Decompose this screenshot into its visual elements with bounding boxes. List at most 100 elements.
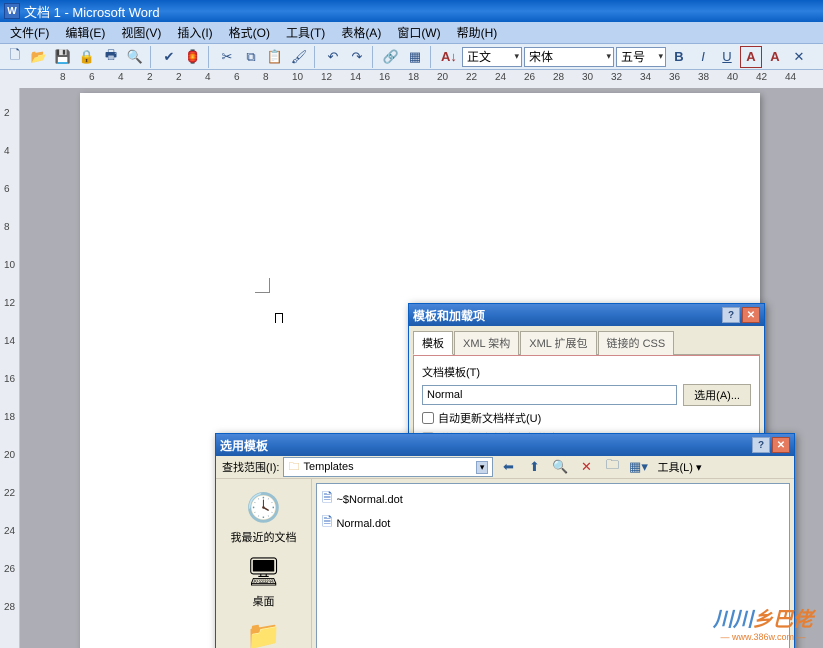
undo-icon[interactable]: ↶ <box>322 46 344 68</box>
place-recent[interactable]: 🕓 我最近的文档 <box>224 487 304 545</box>
search-icon[interactable]: 🔍 <box>549 456 571 478</box>
dialog-titlebar[interactable]: 模板和加载项 ? ✕ <box>409 304 764 326</box>
menu-window[interactable]: 窗口(W) <box>389 22 448 43</box>
copy-icon[interactable]: ⧉ <box>240 46 262 68</box>
horizontal-ruler[interactable]: 8642246810121416182022242628303234363840… <box>60 70 823 88</box>
margin-corner-icon <box>255 278 270 293</box>
up-icon[interactable]: ⬆ <box>523 456 545 478</box>
hyperlink-icon[interactable]: 🔗 <box>380 46 402 68</box>
ruler-tick: 4 <box>205 72 211 83</box>
ruler-tick: 40 <box>727 72 738 83</box>
permission-icon[interactable]: 🔒 <box>76 46 98 68</box>
paste-icon[interactable]: 📋 <box>264 46 286 68</box>
ruler-tick: 2 <box>4 108 10 119</box>
tab-linked-css[interactable]: 链接的 CSS <box>598 331 675 355</box>
char-border-button[interactable]: A <box>740 46 762 68</box>
auto-update-styles-checkbox[interactable]: 自动更新文档样式(U) <box>422 410 751 426</box>
help-button[interactable]: ? <box>722 307 740 323</box>
list-item[interactable]: 🗎 ~$Normal.dot <box>321 488 785 512</box>
menu-file[interactable]: 文件(F) <box>2 22 57 43</box>
underline-button[interactable]: U <box>716 46 738 68</box>
ruler-tick: 20 <box>437 72 448 83</box>
save-icon[interactable]: 💾 <box>52 46 74 68</box>
italic-button[interactable]: I <box>692 46 714 68</box>
menu-help[interactable]: 帮助(H) <box>449 22 506 43</box>
tab-xml-schema[interactable]: XML 架构 <box>454 331 519 355</box>
font-select[interactable]: 宋体 <box>524 47 614 67</box>
toolbar-sep <box>208 46 212 68</box>
menu-insert[interactable]: 插入(I) <box>169 22 220 43</box>
ruler-tick: 8 <box>263 72 269 83</box>
size-select[interactable]: 五号 <box>616 47 666 67</box>
look-in-bar: 查找范围(I): 🗀 Templates ⬅ ⬆ 🔍 ✕ 🗀 ▦▾ 工具(L) … <box>216 456 794 479</box>
template-file-icon: 🗎 <box>322 489 332 511</box>
table-icon[interactable]: ▦ <box>404 46 426 68</box>
close-button[interactable]: ✕ <box>742 307 760 323</box>
dialog-titlebar[interactable]: 选用模板 ? ✕ <box>216 434 794 456</box>
ruler-tick: 36 <box>669 72 680 83</box>
folder-icon: 🗀 <box>288 458 299 477</box>
toolbar-sep <box>150 46 154 68</box>
redo-icon[interactable]: ↷ <box>346 46 368 68</box>
ruler-tick: 22 <box>466 72 477 83</box>
more-fmt-icon[interactable]: ✕ <box>788 46 810 68</box>
delete-icon[interactable]: ✕ <box>575 456 597 478</box>
vertical-ruler[interactable]: 246810121416182022242628 <box>0 88 20 648</box>
checkbox-input[interactable] <box>422 412 434 424</box>
place-label: 我最近的文档 <box>231 529 297 545</box>
ruler-tick: 6 <box>234 72 240 83</box>
template-path-input[interactable] <box>422 385 677 405</box>
word-app-icon: W <box>4 3 20 19</box>
cut-icon[interactable]: ✂ <box>216 46 238 68</box>
dialog-title: 模板和加载项 <box>413 307 485 324</box>
preview-icon[interactable]: 🔍 <box>124 46 146 68</box>
views-icon[interactable]: ▦▾ <box>627 456 649 478</box>
ruler-tick: 8 <box>4 222 10 233</box>
menu-format[interactable]: 格式(O) <box>221 22 278 43</box>
toolbar-sep <box>372 46 376 68</box>
menu-edit[interactable]: 编辑(E) <box>57 22 113 43</box>
ruler-tick: 4 <box>4 146 10 157</box>
open-icon[interactable]: 📂 <box>28 46 50 68</box>
list-item[interactable]: 🗎 Normal.dot <box>321 512 785 536</box>
menu-view[interactable]: 视图(V) <box>113 22 169 43</box>
print-icon[interactable]: 🖶 <box>100 46 122 68</box>
attach-button[interactable]: 选用(A)... <box>683 384 751 406</box>
place-mydocs[interactable]: 📁 我的文档 <box>224 615 304 648</box>
desktop-icon: 🖥 <box>244 551 284 591</box>
char-shading-button[interactable]: A <box>764 46 786 68</box>
format-painter-icon[interactable]: 🖌 <box>288 46 310 68</box>
ruler-tick: 38 <box>698 72 709 83</box>
look-in-combo[interactable]: 🗀 Templates <box>283 457 493 477</box>
help-button[interactable]: ? <box>752 437 770 453</box>
research-icon[interactable]: 🏮 <box>182 46 204 68</box>
back-icon[interactable]: ⬅ <box>497 456 519 478</box>
ruler-tick: 20 <box>4 450 15 461</box>
ruler-tick: 22 <box>4 488 15 499</box>
app-title: 文档 1 - Microsoft Word <box>24 2 160 21</box>
ruler-tick: 26 <box>4 564 15 575</box>
close-button[interactable]: ✕ <box>772 437 790 453</box>
spell-icon[interactable]: ✔ <box>158 46 180 68</box>
ruler-tick: 16 <box>4 374 15 385</box>
app-titlebar: W 文档 1 - Microsoft Word <box>0 0 823 22</box>
place-desktop[interactable]: 🖥 桌面 <box>224 551 304 609</box>
tab-template[interactable]: 模板 <box>413 331 453 355</box>
font-value: 宋体 <box>529 48 553 65</box>
folder-name: Templates <box>303 461 353 473</box>
bold-button[interactable]: B <box>668 46 690 68</box>
place-label: 桌面 <box>253 593 275 609</box>
workspace: 模板和加载项 ? ✕ 模板 XML 架构 XML 扩展包 链接的 CSS 文档模… <box>20 88 823 648</box>
style-select[interactable]: 正文 <box>462 47 522 67</box>
tab-xml-expansion[interactable]: XML 扩展包 <box>520 331 596 355</box>
font-grow-icon[interactable]: A↓ <box>438 46 460 68</box>
standard-toolbar: 🗋 📂 💾 🔒 🖶 🔍 ✔ 🏮 ✂ ⧉ 📋 🖌 ↶ ↷ 🔗 ▦ A↓ 正文 宋体… <box>0 44 823 70</box>
tools-menu[interactable]: 工具(L) ▾ <box>657 459 701 475</box>
new-doc-icon[interactable]: 🗋 <box>4 46 26 68</box>
new-folder-icon[interactable]: 🗀 <box>601 456 623 478</box>
horizontal-ruler-area: 8642246810121416182022242628303234363840… <box>0 70 823 88</box>
menu-tools[interactable]: 工具(T) <box>278 22 333 43</box>
ruler-tick: 28 <box>4 602 15 613</box>
recent-docs-icon: 🕓 <box>244 487 284 527</box>
menu-table[interactable]: 表格(A) <box>333 22 389 43</box>
